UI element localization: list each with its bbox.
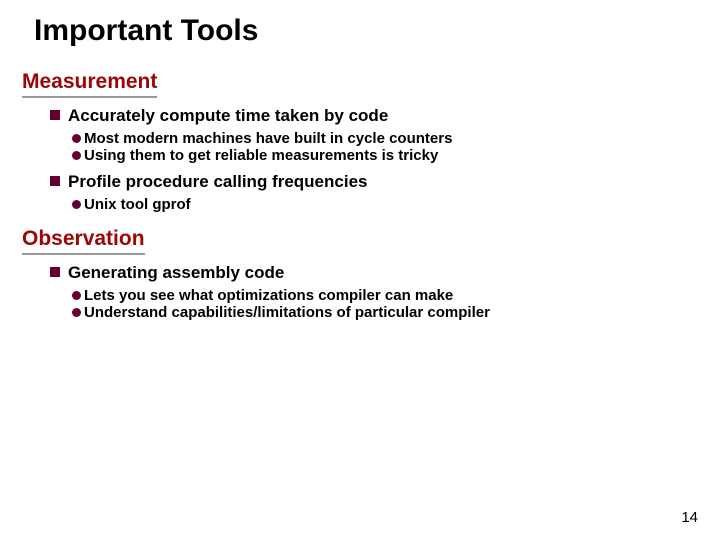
list-item: Unix tool gprof	[72, 196, 720, 213]
dot-bullet-icon	[72, 134, 81, 143]
list-item: Generating assembly code Lets you see wh…	[22, 263, 720, 321]
square-bullet-icon	[50, 267, 60, 277]
bullet-text: Most modern machines have built in cycle…	[84, 130, 452, 147]
section-heading: Measurement	[22, 70, 157, 94]
page-number: 14	[681, 509, 698, 526]
heading-underline	[22, 96, 157, 98]
list-item: Using them to get reliable measurements …	[72, 147, 720, 164]
bullet-text: Profile procedure calling frequencies	[68, 172, 367, 192]
section-heading: Observation	[22, 227, 145, 251]
bullet-text: Using them to get reliable measurements …	[84, 147, 438, 164]
heading-underline	[22, 253, 145, 255]
list-item: Profile procedure calling frequencies Un…	[22, 172, 720, 213]
bullet-text: Understand capabilities/limitations of p…	[84, 304, 490, 321]
bullet-text: Unix tool gprof	[84, 196, 191, 213]
list-item: Accurately compute time taken by code Mo…	[22, 106, 720, 164]
slide: Important Tools Measurement Accurately c…	[0, 0, 720, 321]
section-measurement: Measurement Accurately compute time take…	[22, 70, 720, 213]
list-item: Lets you see what optimizations compiler…	[72, 287, 720, 304]
bullet-text: Lets you see what optimizations compiler…	[84, 287, 453, 304]
square-bullet-icon	[50, 110, 60, 120]
dot-bullet-icon	[72, 291, 81, 300]
section-observation: Observation Generating assembly code Let…	[22, 227, 720, 321]
list-item: Understand capabilities/limitations of p…	[72, 304, 720, 321]
dot-bullet-icon	[72, 200, 81, 209]
dot-bullet-icon	[72, 151, 81, 160]
dot-bullet-icon	[72, 308, 81, 317]
slide-title: Important Tools	[34, 14, 720, 48]
section-heading-wrap: Observation	[22, 227, 145, 263]
bullet-text: Generating assembly code	[68, 263, 284, 283]
section-heading-wrap: Measurement	[22, 70, 157, 106]
list-item: Most modern machines have built in cycle…	[72, 130, 720, 147]
bullet-text: Accurately compute time taken by code	[68, 106, 388, 126]
square-bullet-icon	[50, 176, 60, 186]
